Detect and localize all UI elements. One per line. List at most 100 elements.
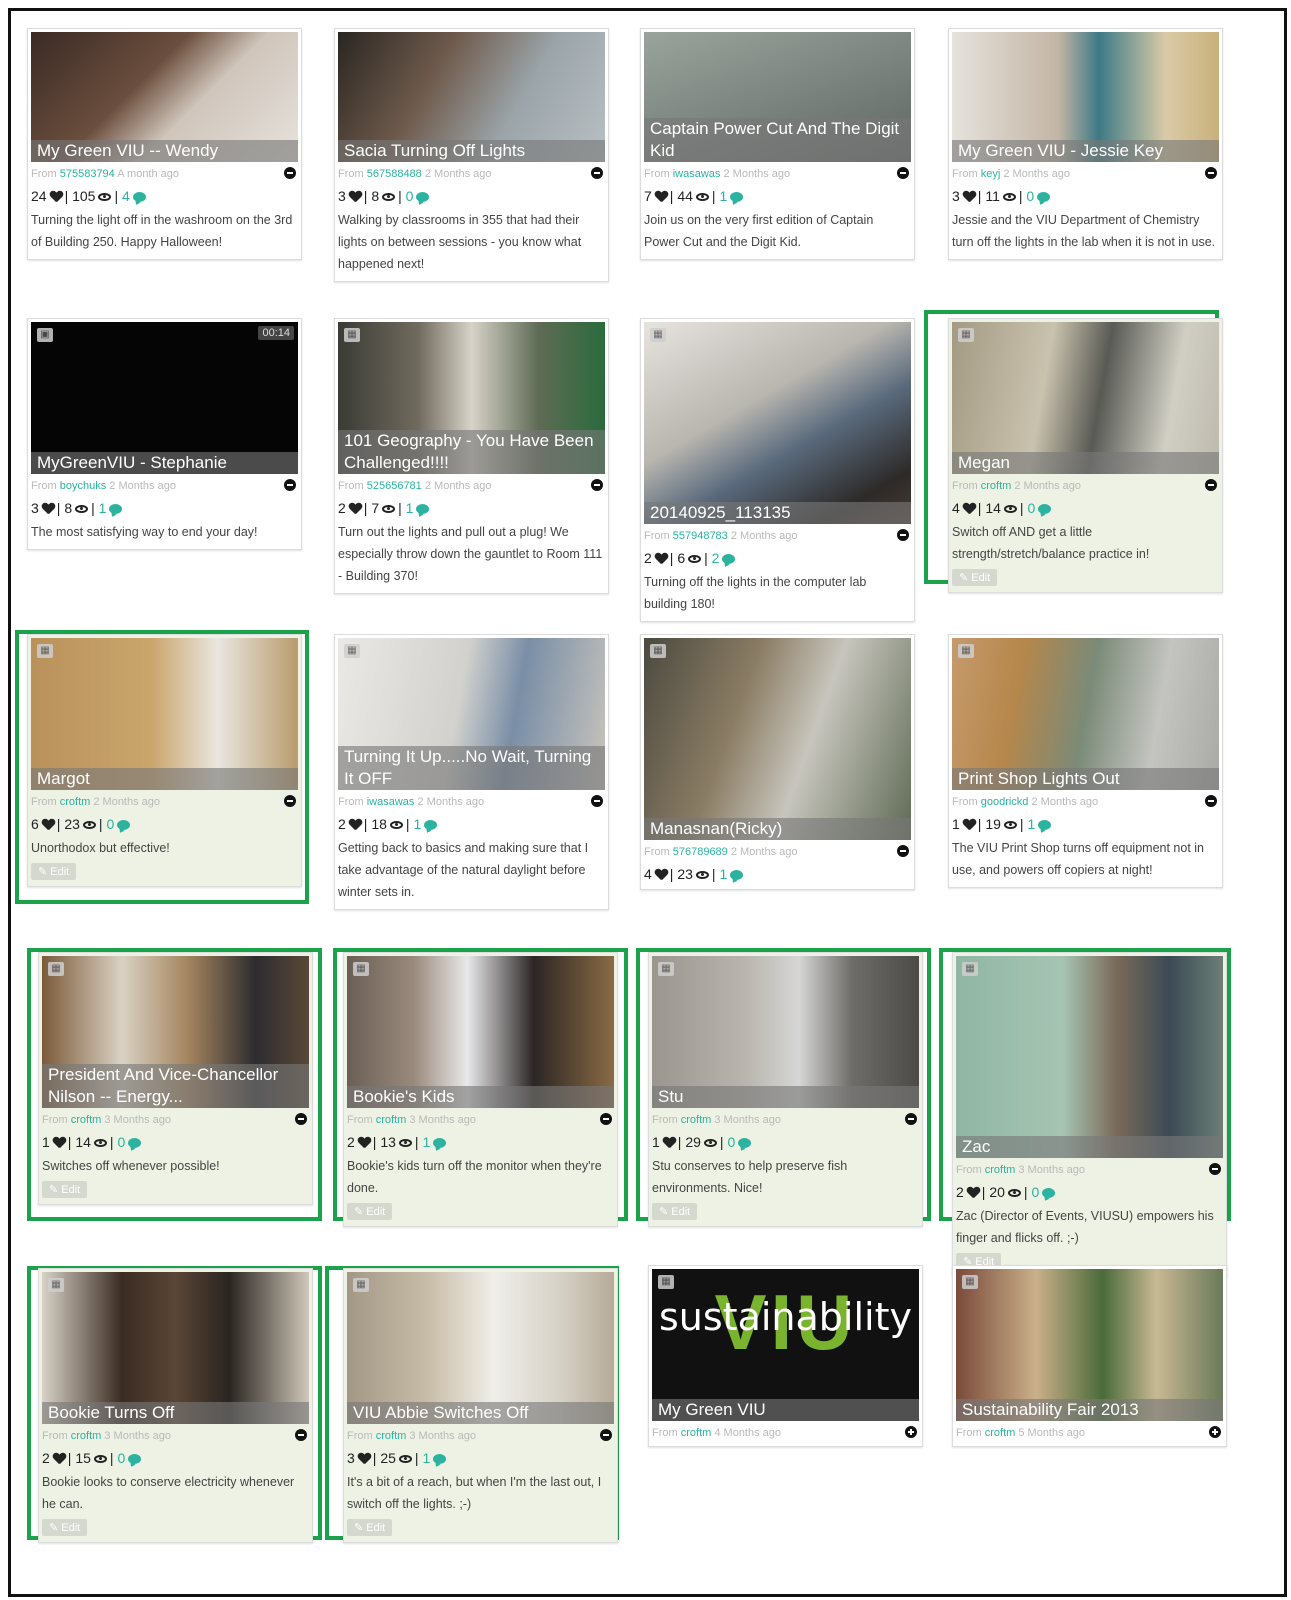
card-photo[interactable]: ▦ Bookie's Kids: [347, 956, 614, 1108]
card-title[interactable]: VIU Abbie Switches Off: [347, 1402, 614, 1424]
card-title[interactable]: Manasnan(Ricky): [644, 818, 911, 840]
heart-icon[interactable]: [53, 1137, 65, 1148]
comment-icon[interactable]: [128, 1454, 142, 1464]
minus-circle-icon[interactable]: [1205, 795, 1217, 807]
card-title[interactable]: Margot: [31, 768, 298, 790]
card-photo[interactable]: My Green VIU - Jessie Key: [952, 32, 1219, 162]
minus-circle-icon[interactable]: [1209, 1163, 1221, 1175]
comment-icon[interactable]: [132, 192, 146, 202]
heart-icon[interactable]: [655, 553, 667, 564]
author-link[interactable]: iwasawas: [673, 168, 721, 180]
heart-icon[interactable]: [655, 869, 667, 880]
card-title[interactable]: My Green VIU - Jessie Key: [952, 140, 1219, 162]
minus-circle-icon[interactable]: [905, 1113, 917, 1125]
card-photo[interactable]: ▦ Sustainability Fair 2013: [956, 1269, 1223, 1421]
comment-icon[interactable]: [1038, 820, 1052, 830]
author-link[interactable]: keyj: [981, 168, 1001, 180]
edit-button[interactable]: ✎ Edit: [952, 569, 998, 586]
edit-button[interactable]: ✎ Edit: [31, 863, 77, 880]
card-my-green-viu[interactable]: VIU sustainability ▦ My Green VIU From c…: [648, 1265, 923, 1447]
card-captain[interactable]: Captain Power Cut And The Digit Kid From…: [640, 28, 915, 260]
heart-icon[interactable]: [349, 191, 361, 202]
comment-icon[interactable]: [416, 192, 430, 202]
card-video[interactable]: ▣ 00:14 MyGreenVIU - Stephanie: [31, 322, 298, 474]
card-bookie-turns-off[interactable]: ▦ Bookie Turns Off From croftm 3 Months …: [38, 1268, 313, 1543]
minus-circle-icon[interactable]: [591, 795, 603, 807]
card-title[interactable]: 101 Geography - You Have Been Challenged…: [338, 430, 605, 474]
author-link[interactable]: croftm: [71, 1114, 102, 1126]
minus-circle-icon[interactable]: [284, 479, 296, 491]
heart-icon[interactable]: [358, 1137, 370, 1148]
card-zac[interactable]: ▦ Zac From croftm 3 Months ago 2 | 20 | 0 …: [952, 952, 1227, 1277]
card-20140925[interactable]: ▦ 20140925_113135 From 557948783 2 Month…: [640, 318, 915, 622]
card-print-shop[interactable]: ▦ Print Shop Lights Out From goodrickd 2…: [948, 634, 1223, 888]
plus-circle-icon[interactable]: [1209, 1426, 1221, 1438]
heart-icon[interactable]: [967, 1187, 979, 1198]
card-geography[interactable]: ▦ 101 Geography - You Have Been Challeng…: [334, 318, 609, 594]
card-photo[interactable]: ▦ 101 Geography - You Have Been Challeng…: [338, 322, 605, 474]
heart-icon[interactable]: [655, 191, 667, 202]
card-photo[interactable]: ▦ Megan: [952, 322, 1219, 474]
heart-icon[interactable]: [50, 191, 62, 202]
card-photo[interactable]: My Green VIU -- Wendy: [31, 32, 298, 162]
card-title[interactable]: Sustainability Fair 2013: [956, 1399, 1223, 1421]
card-title[interactable]: Captain Power Cut And The Digit Kid: [644, 118, 911, 162]
card-stu[interactable]: ▦ Stu From croftm 3 Months ago 1 | 29 | 0 …: [648, 952, 923, 1227]
card-title[interactable]: Print Shop Lights Out: [952, 768, 1219, 790]
comment-icon[interactable]: [738, 1138, 752, 1148]
card-photo[interactable]: ▦ Turning It Up.....No Wait, Turning It …: [338, 638, 605, 790]
card-title[interactable]: President And Vice-Chancellor Nilson -- …: [42, 1064, 309, 1108]
author-link[interactable]: croftm: [376, 1114, 407, 1126]
card-photo[interactable]: ▦ 20140925_113135: [644, 322, 911, 524]
minus-circle-icon[interactable]: [591, 479, 603, 491]
author-link[interactable]: croftm: [60, 796, 91, 808]
minus-circle-icon[interactable]: [284, 795, 296, 807]
edit-button[interactable]: ✎ Edit: [347, 1519, 393, 1536]
comment-icon[interactable]: [128, 1138, 142, 1148]
card-title[interactable]: 20140925_113135: [644, 502, 911, 524]
card-photo[interactable]: ▦ President And Vice-Chancellor Nilson -…: [42, 956, 309, 1108]
comment-icon[interactable]: [424, 820, 438, 830]
card-title[interactable]: Turning It Up.....No Wait, Turning It OF…: [338, 746, 605, 790]
card-megan[interactable]: ▦ Megan From croftm 2 Months ago 4 | 14 | …: [948, 318, 1223, 593]
heart-icon[interactable]: [42, 819, 54, 830]
minus-circle-icon[interactable]: [1205, 479, 1217, 491]
author-link[interactable]: croftm: [376, 1430, 407, 1442]
card-photo[interactable]: ▦ VIU Abbie Switches Off: [347, 1272, 614, 1424]
comment-icon[interactable]: [1037, 192, 1051, 202]
card-title[interactable]: Stu: [652, 1086, 919, 1108]
author-link[interactable]: iwasawas: [367, 796, 415, 808]
card-turning-it-up[interactable]: ▦ Turning It Up.....No Wait, Turning It …: [334, 634, 609, 910]
heart-icon[interactable]: [358, 1453, 370, 1464]
comment-icon[interactable]: [433, 1138, 447, 1148]
card-margot[interactable]: ▦ Margot From croftm 2 Months ago 6 | 23 |…: [27, 634, 302, 887]
card-title[interactable]: My Green VIU: [652, 1399, 919, 1421]
comment-icon[interactable]: [722, 554, 736, 564]
heart-icon[interactable]: [663, 1137, 675, 1148]
edit-button[interactable]: ✎ Edit: [652, 1203, 698, 1220]
comment-icon[interactable]: [416, 504, 430, 514]
author-link[interactable]: croftm: [681, 1427, 712, 1439]
edit-button[interactable]: ✎ Edit: [42, 1181, 88, 1198]
author-link[interactable]: boychuks: [60, 480, 106, 492]
card-title[interactable]: Bookie Turns Off: [42, 1402, 309, 1424]
card-title[interactable]: MyGreenVIU - Stephanie: [31, 452, 298, 474]
card-title[interactable]: Sacia Turning Off Lights: [338, 140, 605, 162]
card-president[interactable]: ▦ President And Vice-Chancellor Nilson -…: [38, 952, 313, 1205]
comment-icon[interactable]: [730, 192, 744, 202]
minus-circle-icon[interactable]: [897, 167, 909, 179]
heart-icon[interactable]: [53, 1453, 65, 1464]
minus-circle-icon[interactable]: [295, 1429, 307, 1441]
author-link[interactable]: croftm: [985, 1427, 1016, 1439]
card-stephanie[interactable]: ▣ 00:14 MyGreenVIU - Stephanie From boyc…: [27, 318, 302, 550]
card-jessie[interactable]: My Green VIU - Jessie Key From keyj 2 Mo…: [948, 28, 1223, 260]
author-link[interactable]: 567588488: [367, 168, 422, 180]
comment-icon[interactable]: [109, 504, 123, 514]
card-title[interactable]: My Green VIU -- Wendy: [31, 140, 298, 162]
comment-icon[interactable]: [1038, 504, 1052, 514]
minus-circle-icon[interactable]: [600, 1429, 612, 1441]
author-link[interactable]: croftm: [981, 480, 1012, 492]
author-link[interactable]: 575583794: [60, 168, 115, 180]
plus-circle-icon[interactable]: [905, 1426, 917, 1438]
comment-icon[interactable]: [730, 870, 744, 880]
